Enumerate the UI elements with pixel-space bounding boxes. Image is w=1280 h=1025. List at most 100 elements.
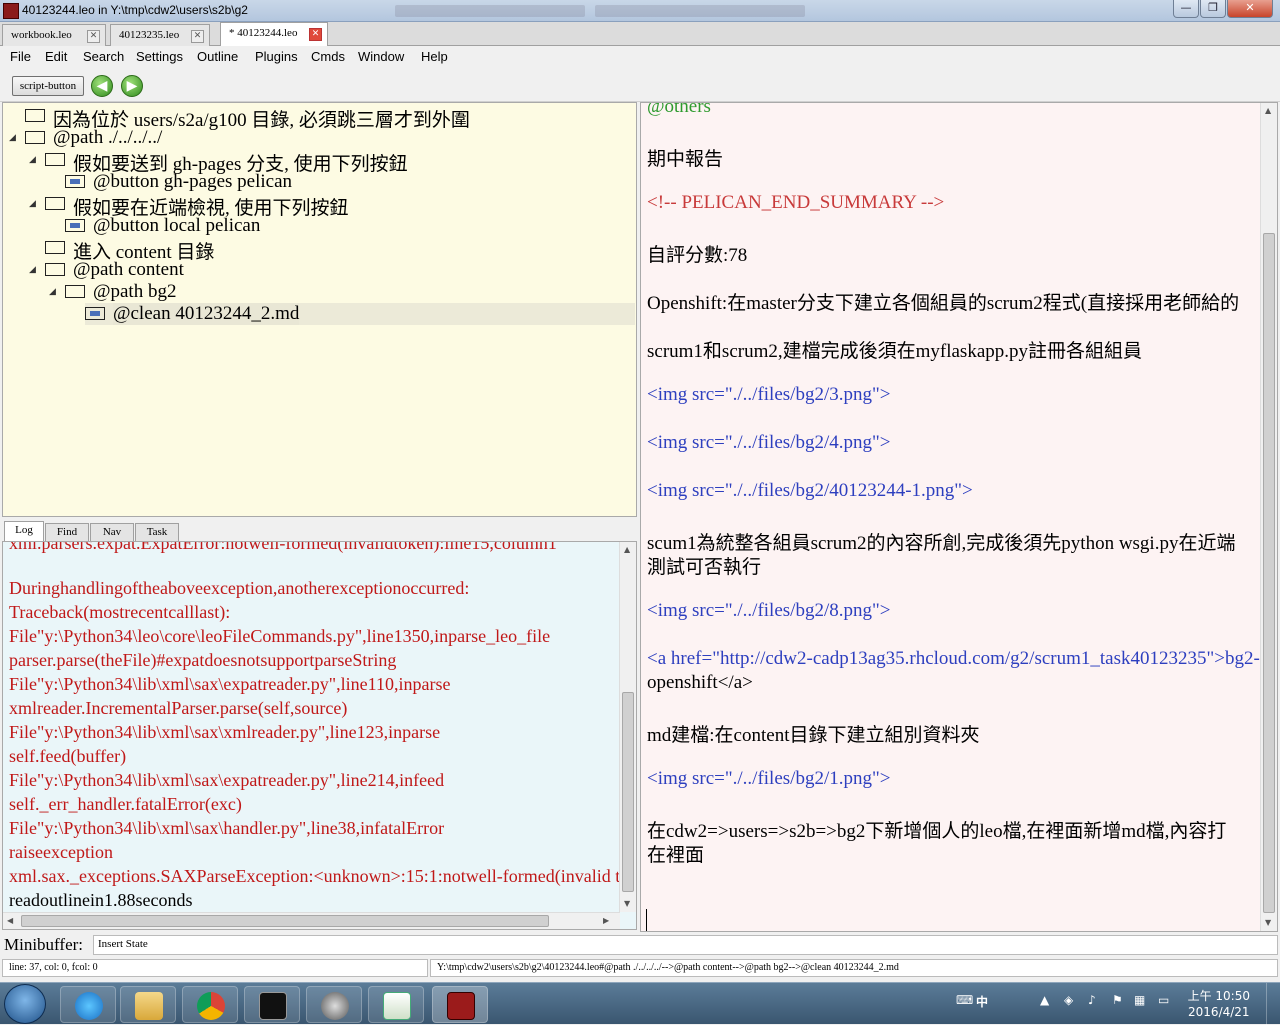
antivirus-icon[interactable]: ◈ bbox=[1064, 993, 1073, 1007]
ime-mode[interactable]: 中 bbox=[976, 993, 988, 1010]
menu-bar: File Edit Search Settings Outline Plugin… bbox=[0, 46, 1280, 68]
close-tab-icon[interactable]: ✕ bbox=[87, 30, 100, 43]
log-tab-bar: Log Find Nav Task bbox=[2, 521, 637, 541]
body-line: 期中報告 bbox=[647, 149, 724, 170]
log-line: xmlreader.IncrementalParser.parse(self,s… bbox=[9, 698, 348, 718]
menu-plugins[interactable]: Plugins bbox=[255, 49, 298, 64]
file-explorer-icon bbox=[135, 992, 163, 1020]
outline-node[interactable]: 因為位於 users/s2a/g100 目錄, 必須跳三層才到外圍 bbox=[23, 105, 623, 131]
scroll-down-icon[interactable]: ▼ bbox=[1265, 918, 1271, 927]
menu-help[interactable]: Help bbox=[421, 49, 448, 64]
close-tab-icon[interactable]: ✕ bbox=[191, 30, 204, 43]
volume-icon[interactable]: ♪ bbox=[1088, 993, 1096, 1007]
collapse-triangle-icon[interactable]: ◢ bbox=[29, 265, 36, 275]
log-horizontal-scrollbar[interactable]: ◀ ▶ bbox=[3, 912, 620, 929]
body-editor-pane[interactable]: @others 期中報告 <!-- PELICAN_END_SUMMARY --> 自… bbox=[640, 102, 1278, 932]
maximize-button[interactable]: ❐ bbox=[1200, 0, 1226, 18]
menu-edit[interactable]: Edit bbox=[45, 49, 67, 64]
scroll-right-icon[interactable]: ▶ bbox=[603, 916, 609, 925]
log-pane[interactable]: xml.parsers.expat.ExpatError:notwell-for… bbox=[2, 541, 637, 930]
show-desktop-button[interactable] bbox=[1266, 983, 1280, 1025]
minibuffer-input[interactable]: Insert State bbox=[93, 935, 1278, 955]
log-line: Duringhandlingoftheaboveexception,anothe… bbox=[9, 578, 470, 598]
log-line: self.feed(buffer) bbox=[9, 746, 127, 766]
scroll-thumb[interactable] bbox=[622, 692, 634, 892]
toolbar: script-button ◀ ▶ bbox=[0, 68, 1280, 102]
scroll-thumb[interactable] bbox=[1263, 233, 1275, 913]
show-hidden-icons-icon[interactable]: ▲ bbox=[1040, 993, 1049, 1007]
menu-cmds[interactable]: Cmds bbox=[311, 49, 345, 64]
taskbar-app-button-active[interactable] bbox=[432, 986, 488, 1023]
menu-settings[interactable]: Settings bbox=[136, 49, 183, 64]
node-label: @button gh-pages pelican bbox=[93, 171, 292, 192]
outline-pane[interactable]: 因為位於 users/s2a/g100 目錄, 必須跳三層才到外圍 ◢ @pat… bbox=[2, 102, 637, 517]
clock[interactable]: 上午 10:50 2016/4/21 bbox=[1188, 988, 1250, 1020]
body-vertical-scrollbar[interactable]: ▲ ▼ bbox=[1260, 103, 1277, 931]
collapse-triangle-icon[interactable]: ◢ bbox=[9, 133, 16, 143]
body-line: <img src="./../files/bg2/40123244-1.png"… bbox=[647, 480, 973, 501]
scroll-down-icon[interactable]: ▼ bbox=[624, 899, 630, 908]
display-icon[interactable]: ▭ bbox=[1158, 993, 1169, 1007]
scroll-left-icon[interactable]: ◀ bbox=[7, 916, 13, 925]
collapse-triangle-icon[interactable]: ◢ bbox=[49, 287, 56, 297]
minimize-button[interactable]: — bbox=[1173, 0, 1199, 18]
scroll-up-icon[interactable]: ▲ bbox=[624, 545, 630, 554]
scroll-thumb[interactable] bbox=[21, 915, 549, 927]
node-icon bbox=[45, 197, 65, 210]
outline-node[interactable]: ◢ 假如要在近端檢視, 使用下列按鈕 bbox=[29, 193, 619, 219]
taskbar-app-button[interactable] bbox=[120, 986, 176, 1023]
tab-nav[interactable]: Nav bbox=[90, 523, 134, 541]
tab-find[interactable]: Find bbox=[45, 523, 89, 541]
taskbar-app-button[interactable] bbox=[244, 986, 300, 1023]
close-tab-icon[interactable]: ✕ bbox=[309, 28, 322, 41]
log-vertical-scrollbar[interactable]: ▲ ▼ bbox=[619, 542, 636, 912]
outline-node[interactable]: ◢ @path ./../../../ bbox=[9, 127, 609, 149]
body-line: 在裡面 bbox=[647, 845, 705, 866]
terminal-icon bbox=[259, 992, 287, 1020]
scroll-up-icon[interactable]: ▲ bbox=[1265, 106, 1271, 115]
leo-app-icon bbox=[447, 992, 475, 1020]
node-icon bbox=[45, 241, 65, 254]
start-button[interactable] bbox=[4, 984, 46, 1024]
tab-log[interactable]: Log bbox=[4, 521, 44, 541]
flag-icon[interactable]: ⚑ bbox=[1112, 993, 1123, 1007]
menu-file[interactable]: File bbox=[10, 49, 31, 64]
node-label: @path bg2 bbox=[93, 281, 177, 302]
taskbar-app-button[interactable] bbox=[368, 986, 424, 1023]
collapse-triangle-icon[interactable]: ◢ bbox=[29, 155, 36, 165]
back-arrow-icon[interactable]: ◀ bbox=[91, 75, 113, 97]
log-line: File"y:\Python34\lib\xml\sax\xmlreader.p… bbox=[9, 722, 441, 742]
taskbar-app-button[interactable] bbox=[306, 986, 362, 1023]
menu-outline[interactable]: Outline bbox=[197, 49, 238, 64]
log-line: xml.parsers.expat.ExpatError:notwell-for… bbox=[9, 541, 557, 553]
log-line: readoutlinein1.88seconds bbox=[9, 890, 193, 910]
outline-node[interactable]: ◢ @path content bbox=[29, 259, 619, 281]
tab-workbook[interactable]: workbook.leo ✕ bbox=[2, 24, 106, 46]
body-line: <a href="http://cdw2-cadp13ag35.rhcloud.… bbox=[647, 648, 1260, 669]
ime-icon[interactable]: ⌨ bbox=[956, 993, 973, 1007]
network-icon[interactable]: ▦ bbox=[1134, 993, 1145, 1007]
script-button[interactable]: script-button bbox=[12, 76, 84, 96]
outline-node[interactable]: @button local pelican bbox=[65, 215, 625, 237]
taskbar-app-button[interactable] bbox=[182, 986, 238, 1023]
windows-taskbar: ⌨ 中 ▲ ◈ ♪ ⚑ ▦ ▭ 上午 10:50 2016/4/21 bbox=[0, 982, 1280, 1025]
node-icon bbox=[85, 307, 105, 320]
node-icon bbox=[65, 285, 85, 298]
outline-node-selected[interactable]: @clean 40123244_2.md bbox=[85, 303, 635, 325]
tab-task[interactable]: Task bbox=[135, 523, 179, 541]
outline-node[interactable]: 進入 content 目錄 bbox=[45, 237, 625, 263]
close-window-button[interactable]: ✕ bbox=[1227, 0, 1273, 18]
outline-node[interactable]: @button gh-pages pelican bbox=[65, 171, 625, 193]
tab-40123235[interactable]: 40123235.leo ✕ bbox=[110, 24, 210, 46]
body-line: <img src="./../files/bg2/1.png"> bbox=[647, 768, 891, 789]
menu-window[interactable]: Window bbox=[358, 49, 404, 64]
forward-arrow-icon[interactable]: ▶ bbox=[121, 75, 143, 97]
tab-40123244[interactable]: * 40123244.leo ✕ bbox=[220, 22, 328, 46]
log-line: File"y:\Python34\lib\xml\sax\expatreader… bbox=[9, 770, 445, 790]
collapse-triangle-icon[interactable]: ◢ bbox=[29, 199, 36, 209]
outline-node[interactable]: ◢ 假如要送到 gh-pages 分支, 使用下列按鈕 bbox=[29, 149, 619, 175]
outline-node[interactable]: ◢ @path bg2 bbox=[49, 281, 619, 303]
menu-search[interactable]: Search bbox=[83, 49, 124, 64]
taskbar-app-button[interactable] bbox=[60, 986, 116, 1023]
window-title-bar[interactable]: 40123244.leo in Y:\tmp\cdw2\users\s2b\g2… bbox=[0, 0, 1280, 22]
